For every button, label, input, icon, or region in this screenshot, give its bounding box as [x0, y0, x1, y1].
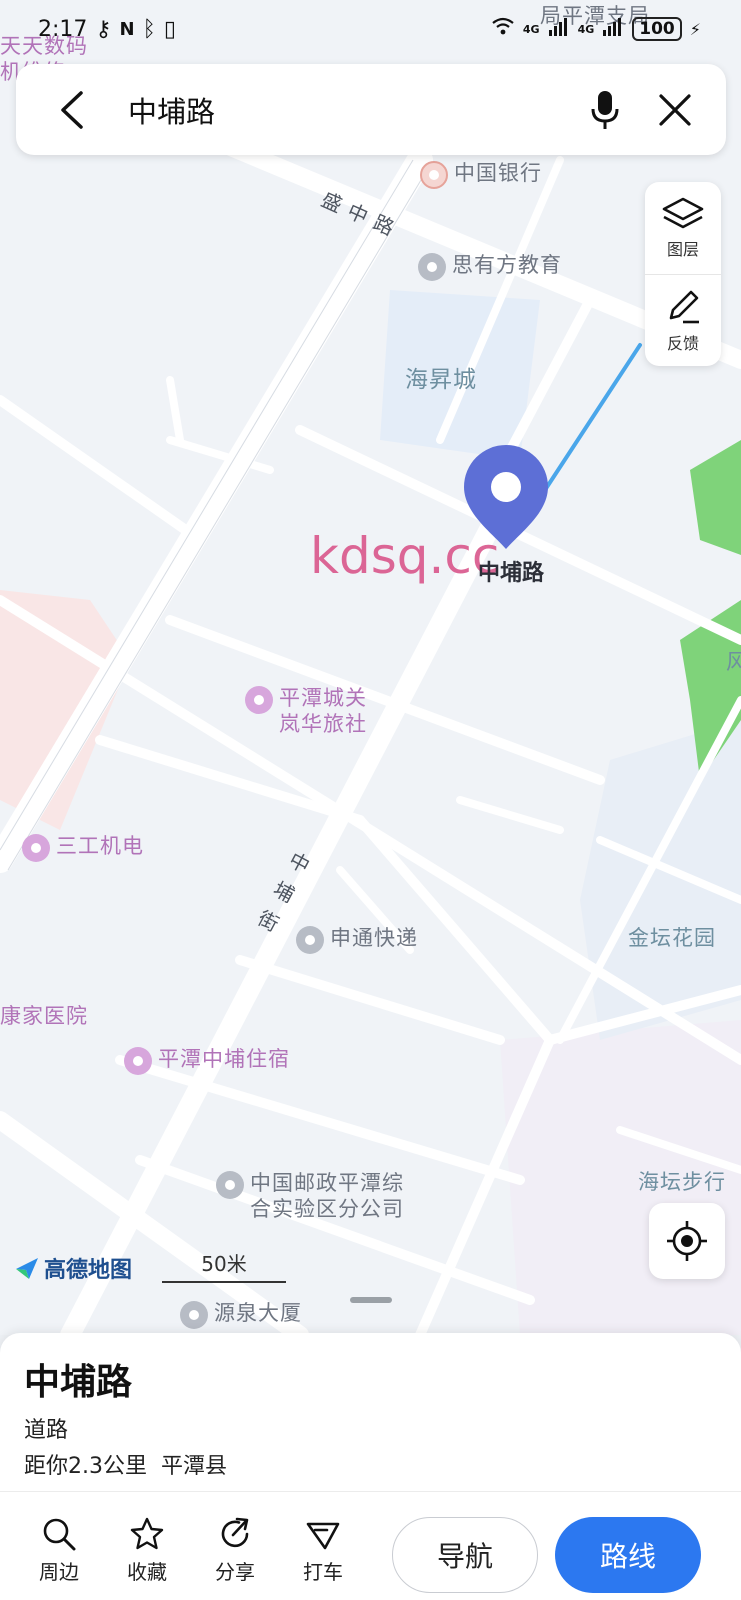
layers-icon [662, 197, 704, 229]
key-icon: ⚷ [95, 16, 112, 42]
poi-hotel-zhongpu[interactable]: 平潭中埔住宿 [124, 1046, 290, 1075]
place-icon [418, 253, 446, 281]
map-canvas [0, 0, 741, 1335]
poi-post-office[interactable]: 中国邮政平潭综 合实验区分公司 [216, 1170, 404, 1222]
action-bar: 周边 收藏 分享 打车 导航 路线 [0, 1505, 741, 1595]
bank-icon [420, 161, 448, 189]
taxi-icon [306, 1522, 340, 1549]
map-view[interactable]: 天天数码 机维修 局平潭支局 中国银行 盛 中 路 思有方教育 海昇城 平潭城关… [0, 0, 741, 1335]
place-icon [296, 926, 324, 954]
battery-icon: 100 [632, 17, 682, 41]
poi-bank[interactable]: 中国银行 [420, 160, 542, 189]
charging-icon: ⚡ [689, 19, 701, 39]
layers-label: 图层 [666, 240, 699, 259]
microphone-icon [591, 90, 619, 129]
poi-education[interactable]: 思有方教育 [418, 252, 562, 281]
status-bar: 2:17 ⚷ N ᛒ ▯ 4G 4G 100 ⚡ [0, 0, 741, 58]
post-office-icon [216, 1171, 244, 1199]
star-icon [130, 1517, 164, 1549]
clock: 2:17 [38, 16, 88, 42]
poi-hotel-lanhua[interactable]: 平潭城关 岚华旅社 [245, 685, 367, 737]
place-detail-sheet: 中埔路 道路 距你2.3公里 平潭县 周边 收藏 分享 打车 导航 路线 [0, 1333, 741, 1600]
crosshair-icon [667, 1221, 707, 1261]
taxi-button[interactable]: 打车 [279, 1516, 367, 1585]
route-button[interactable]: 路线 [555, 1517, 701, 1593]
hotel-icon [245, 686, 273, 714]
signal-bars-icon [548, 16, 570, 42]
place-type: 道路 [24, 1418, 69, 1443]
navigate-button[interactable]: 导航 [392, 1517, 538, 1593]
poi-shentong[interactable]: 申通快递 [296, 925, 418, 954]
shop-icon [22, 834, 50, 862]
place-distance: 距你2.3公里 平潭县 [24, 1448, 227, 1480]
nfc-icon: N [119, 18, 135, 40]
map-label: 康家医院 [0, 1004, 88, 1028]
back-arrow-icon [61, 90, 83, 129]
map-tools: 图层 反馈 [645, 182, 721, 366]
poi-yuanquan[interactable]: 源泉大厦 [180, 1300, 302, 1329]
edit-icon [669, 290, 699, 323]
hotel-icon [124, 1047, 152, 1075]
area-label-haitan: 海坛步行 [638, 1170, 726, 1194]
share-icon [221, 1517, 249, 1547]
share-button[interactable]: 分享 [191, 1516, 279, 1585]
feedback-label: 反馈 [666, 333, 699, 353]
feedback-button[interactable]: 反馈 [645, 274, 721, 366]
voice-search-button[interactable] [570, 64, 640, 155]
amap-logo: 高德地图 [14, 1252, 132, 1284]
layers-button[interactable]: 图层 [645, 182, 721, 274]
pin-label: 中埔路 [478, 561, 545, 586]
search-icon [43, 1518, 76, 1550]
wifi-icon [491, 16, 515, 42]
close-icon [659, 93, 691, 126]
bluetooth-icon: ᛒ [142, 16, 156, 42]
sheet-drag-handle[interactable] [350, 1297, 392, 1303]
area-label-haisheng: 海昇城 [405, 367, 477, 393]
signal-icon: 4G [522, 22, 540, 36]
watermark: kdsq.cc [310, 527, 500, 585]
back-button[interactable] [32, 64, 112, 155]
map-label: 风 [726, 650, 741, 674]
place-county: 平潭县 [161, 1454, 228, 1479]
vibrate-icon: ▯ [163, 16, 176, 42]
poi-sangong[interactable]: 三工机电 [22, 833, 144, 862]
nearby-button[interactable]: 周边 [15, 1516, 103, 1585]
amap-logo-icon [16, 1258, 38, 1279]
locate-me-button[interactable] [649, 1203, 725, 1279]
clear-button[interactable] [640, 64, 710, 155]
signal-icon: 4G [577, 22, 595, 36]
signal-bars-icon [602, 16, 624, 42]
search-bar[interactable]: 中埔路 [16, 64, 726, 155]
divider [0, 1491, 741, 1492]
area-label-jintan: 金坛花园 [628, 926, 716, 950]
favorite-button[interactable]: 收藏 [103, 1516, 191, 1585]
map-scale: 50米 [162, 1248, 286, 1283]
building-icon [180, 1301, 208, 1329]
search-input[interactable]: 中埔路 [128, 89, 570, 131]
place-title: 中埔路 [24, 1362, 133, 1403]
